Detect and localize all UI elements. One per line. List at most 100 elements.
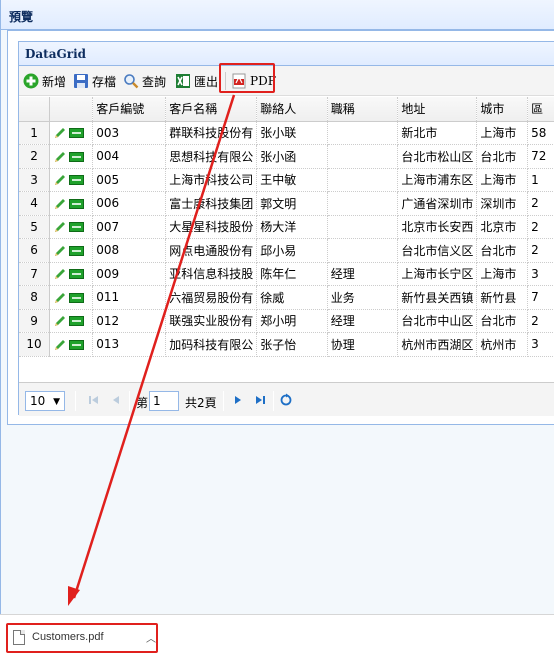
table-row[interactable]: 4 006 富士康科技集团 郭文明 广通省深圳市 深圳市 2 [19,191,554,216]
cell-customer-name[interactable]: 加码科技有限公 [165,332,258,357]
cell-customer-name[interactable]: 网点电通股份有 [165,238,258,263]
cell-customer-name[interactable]: 大星星科技股份 [165,215,258,239]
cell-customer-id[interactable]: 003 [92,121,167,145]
cell-customer-id[interactable]: 008 [92,238,167,263]
table-row[interactable]: 1 003 群联科技股份有 张小联 新北市 上海市 58 [19,121,554,145]
cell-contact[interactable]: 郭文明 [256,191,328,216]
cell-city[interactable]: 上海市 [476,262,529,286]
window-titlebar[interactable]: 預覽 [1,0,554,30]
cell-job-title[interactable]: 业务 [327,285,399,310]
cell-address[interactable]: 广通省深圳市 [397,191,478,216]
table-row[interactable]: 10 013 加码科技有限公 张子怡 协理 杭州市西湖区 杭州市 3 [19,332,554,357]
cell-address[interactable]: 台北市松山区 [397,144,478,169]
cell-city[interactable]: 新竹县 [476,285,529,310]
edit-icon[interactable] [53,173,67,187]
column-header[interactable]: 城市 [476,97,529,122]
cell-extra[interactable]: 58 [527,121,554,145]
cell-customer-name[interactable]: 思想科技有限公 [165,144,258,169]
cell-customer-id[interactable]: 004 [92,144,167,169]
cell-city[interactable]: 台北市 [476,309,529,333]
save-row-icon[interactable] [69,339,85,350]
last-page-icon[interactable] [253,393,267,407]
column-header[interactable]: 地址 [397,97,478,122]
cell-extra[interactable]: 2 [527,191,554,216]
cell-customer-name[interactable]: 亚科信息科技股 [165,262,258,286]
download-item[interactable]: Customers.pdf ︿ [6,623,158,653]
cell-job-title[interactable] [327,121,399,145]
cell-city[interactable]: 上海市 [476,121,529,145]
refresh-icon[interactable] [279,393,293,407]
edit-icon[interactable] [53,267,67,281]
cell-job-title[interactable]: 经理 [327,309,399,333]
cell-job-title[interactable] [327,168,399,192]
row-actions[interactable] [49,191,94,216]
cell-contact[interactable]: 张小函 [256,144,328,169]
cell-address[interactable]: 新竹县关西镇 [397,285,478,310]
page-number-input[interactable]: 1 [149,391,179,411]
cell-job-title[interactable] [327,238,399,263]
table-row[interactable]: 9 012 联强实业股份有 郑小明 经理 台北市中山区 台北市 2 [19,309,554,333]
add-button[interactable]: 新增 [23,71,66,91]
edit-icon[interactable] [53,244,67,258]
cell-extra[interactable]: 3 [527,332,554,357]
row-actions[interactable] [49,215,94,239]
save-row-icon[interactable] [69,175,85,185]
cell-job-title[interactable] [327,144,399,169]
save-row-icon[interactable] [69,316,85,326]
save-row-icon[interactable] [69,151,85,162]
table-row[interactable]: 3 005 上海市科技公司 王中敏 上海市浦东区 上海市 1 [19,168,554,192]
cell-address[interactable]: 上海市浦东区 [397,168,478,192]
next-page-icon[interactable] [231,393,245,407]
cell-extra[interactable]: 7 [527,285,554,310]
prev-page-icon[interactable] [109,393,123,407]
cell-extra[interactable]: 1 [527,168,554,192]
edit-icon[interactable] [53,314,67,328]
edit-icon[interactable] [53,220,67,234]
cell-city[interactable]: 深圳市 [476,191,529,216]
edit-icon[interactable] [53,291,67,305]
edit-icon[interactable] [53,338,67,352]
column-header[interactable]: 職稱 [327,97,399,122]
cell-extra[interactable]: 2 [527,238,554,263]
cell-contact[interactable]: 张子怡 [256,332,328,357]
column-header[interactable]: 區 [527,97,554,122]
cell-customer-name[interactable]: 群联科技股份有 [165,121,258,145]
cell-contact[interactable]: 徐威 [256,285,328,310]
row-actions[interactable] [49,309,94,333]
edit-icon[interactable] [53,150,67,164]
cell-city[interactable]: 台北市 [476,144,529,169]
cell-customer-id[interactable]: 012 [92,309,167,333]
row-actions[interactable] [49,332,94,357]
table-row[interactable]: 8 011 六福贸易股份有 徐威 业务 新竹县关西镇 新竹县 7 [19,285,554,310]
save-row-icon[interactable] [69,245,85,256]
cell-customer-name[interactable]: 六福贸易股份有 [165,285,258,310]
search-button[interactable]: 查詢 [123,71,166,91]
cell-contact[interactable]: 邱小易 [256,238,328,263]
export-button[interactable]: 匯出 [175,71,218,91]
cell-city[interactable]: 北京市 [476,215,529,239]
cell-customer-name[interactable]: 上海市科技公司 [165,168,258,192]
column-header[interactable]: 聯絡人 [256,97,328,122]
column-header[interactable]: 客戶名稱 [165,97,258,122]
cell-job-title[interactable] [327,191,399,216]
cell-job-title[interactable]: 经理 [327,262,399,286]
row-actions[interactable] [49,168,94,192]
cell-customer-name[interactable]: 联强实业股份有 [165,309,258,333]
save-row-icon[interactable] [69,269,85,279]
row-actions[interactable] [49,262,94,286]
edit-icon[interactable] [53,126,67,140]
cell-contact[interactable]: 杨大洋 [256,215,328,239]
table-row[interactable]: 6 008 网点电通股份有 邱小易 台北市信义区 台北市 2 [19,238,554,263]
cell-customer-id[interactable]: 011 [92,285,167,310]
cell-address[interactable]: 台北市信义区 [397,238,478,263]
cell-address[interactable]: 北京市长安西 [397,215,478,239]
row-actions[interactable] [49,285,94,310]
cell-customer-id[interactable]: 006 [92,191,167,216]
cell-job-title[interactable] [327,215,399,239]
table-row[interactable]: 2 004 思想科技有限公 张小函 台北市松山区 台北市 72 [19,144,554,169]
cell-customer-name[interactable]: 富士康科技集团 [165,191,258,216]
save-row-icon[interactable] [69,292,85,303]
edit-icon[interactable] [53,197,67,211]
cell-customer-id[interactable]: 009 [92,262,167,286]
cell-customer-id[interactable]: 005 [92,168,167,192]
